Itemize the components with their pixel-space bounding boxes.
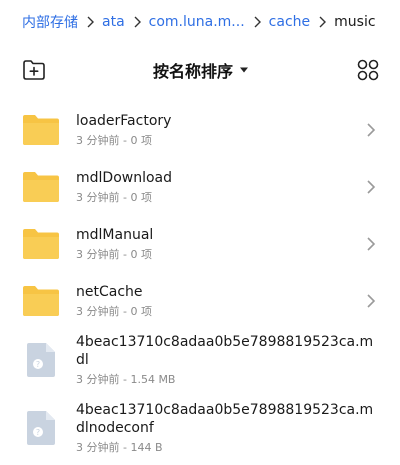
add-folder-button[interactable] bbox=[22, 58, 46, 82]
toolbar: 按名称排序 bbox=[0, 50, 400, 90]
list-item-file[interactable]: ? 4beac13710c8adaa0b5e7898819523ca.mdl 3… bbox=[0, 329, 400, 391]
breadcrumb-cache[interactable]: cache bbox=[269, 14, 310, 30]
grid-view-button[interactable] bbox=[356, 58, 380, 82]
item-name: netCache bbox=[76, 283, 143, 300]
item-meta: 3 分钟前 - 0 项 bbox=[76, 133, 152, 147]
svg-text:?: ? bbox=[36, 428, 40, 437]
item-meta: 3 分钟前 - 0 项 bbox=[76, 304, 152, 318]
chevron-right-icon bbox=[314, 15, 330, 29]
folder-icon bbox=[22, 168, 60, 206]
item-name: loaderFactory bbox=[76, 112, 172, 129]
item-name: mdlManual bbox=[76, 226, 154, 243]
item-meta: 3 分钟前 - 0 项 bbox=[76, 190, 152, 204]
item-meta: 3 分钟前 - 0 项 bbox=[76, 247, 152, 261]
list-item-folder[interactable]: mdlDownload 3 分钟前 - 0 项 bbox=[0, 158, 400, 215]
item-name: 4beac13710c8adaa0b5e7898819523ca.mdl bbox=[76, 334, 374, 368]
chevron-right-icon bbox=[367, 293, 376, 308]
chevron-right-icon bbox=[367, 179, 376, 194]
sort-dropdown[interactable]: 按名称排序 bbox=[153, 58, 249, 82]
chevron-right-icon bbox=[129, 15, 145, 29]
list-item-file[interactable]: ? 4beac13710c8adaa0b5e7898819523ca.mdlno… bbox=[0, 391, 400, 465]
grid-view-icon bbox=[357, 59, 379, 81]
chevron-right-icon bbox=[367, 236, 376, 251]
breadcrumb-ata[interactable]: ata bbox=[102, 14, 125, 30]
add-folder-icon bbox=[23, 60, 45, 80]
unknown-file-icon: ? bbox=[22, 341, 60, 379]
item-name: 4beac13710c8adaa0b5e7898819523ca.mdlnode… bbox=[76, 402, 374, 436]
file-list: loaderFactory 3 分钟前 - 0 项 mdlDownload 3 … bbox=[0, 101, 400, 465]
item-meta: 3 分钟前 - 144 B bbox=[76, 441, 163, 454]
folder-icon bbox=[22, 225, 60, 263]
unknown-file-icon: ? bbox=[22, 409, 60, 447]
folder-icon bbox=[22, 282, 60, 320]
breadcrumb-com-luna[interactable]: com.luna.m... bbox=[149, 14, 245, 30]
item-name: mdlDownload bbox=[76, 169, 173, 186]
chevron-right-icon bbox=[249, 15, 265, 29]
svg-text:?: ? bbox=[36, 360, 40, 369]
breadcrumb-internal-storage[interactable]: 内部存储 bbox=[22, 12, 78, 32]
sort-label: 按名称排序 bbox=[152, 62, 233, 81]
breadcrumb: 内部存储 ata com.luna.m... cache music bbox=[0, 0, 400, 44]
item-meta: 3 分钟前 - 1.54 MB bbox=[76, 373, 176, 386]
chevron-right-icon bbox=[82, 15, 98, 29]
list-item-folder[interactable]: netCache 3 分钟前 - 0 项 bbox=[0, 272, 400, 329]
folder-icon bbox=[22, 111, 60, 149]
breadcrumb-music: music bbox=[334, 14, 376, 30]
list-item-folder[interactable]: mdlManual 3 分钟前 - 0 项 bbox=[0, 215, 400, 272]
list-item-folder[interactable]: loaderFactory 3 分钟前 - 0 项 bbox=[0, 101, 400, 158]
caret-down-icon bbox=[240, 67, 248, 73]
chevron-right-icon bbox=[367, 122, 376, 137]
